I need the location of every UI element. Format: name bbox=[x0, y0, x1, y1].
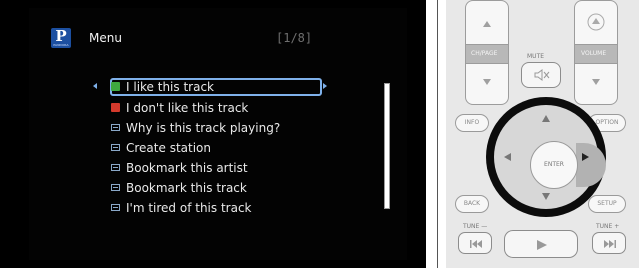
enter-button[interactable]: ENTER bbox=[530, 141, 578, 189]
ch-page-band: CH/PAGE bbox=[465, 44, 509, 64]
dpad-down-button[interactable] bbox=[542, 193, 550, 200]
divider bbox=[437, 0, 438, 268]
left-arrow-icon[interactable] bbox=[93, 83, 97, 89]
menu-scrollbar[interactable] bbox=[384, 83, 390, 209]
right-arrow-icon[interactable] bbox=[323, 83, 327, 89]
mute-speaker-icon bbox=[534, 69, 550, 81]
menu-item-label: Bookmark this track bbox=[126, 181, 247, 195]
menu-item-label: I like this track bbox=[126, 80, 214, 94]
thumbs-down-icon bbox=[111, 103, 120, 112]
play-button[interactable] bbox=[504, 230, 578, 258]
menu-item-label: I'm tired of this track bbox=[126, 201, 252, 215]
menu-item-label: Bookmark this artist bbox=[126, 161, 248, 175]
menu-item-label: Create station bbox=[126, 141, 211, 155]
tune-plus-label: TUNE + bbox=[596, 223, 620, 230]
dpad-up-button[interactable] bbox=[542, 115, 550, 122]
back-button[interactable]: BACK bbox=[455, 195, 489, 213]
tune-minus-label: TUNE — bbox=[463, 223, 488, 230]
menu-item-icon bbox=[111, 124, 120, 131]
volume-rocker[interactable]: VOLUME bbox=[574, 0, 618, 105]
skip-forward-button[interactable] bbox=[592, 232, 626, 254]
ch-down-icon bbox=[483, 79, 491, 85]
menu-item-bookmark-track[interactable]: Bookmark this track bbox=[110, 178, 322, 198]
menu-item-icon bbox=[111, 204, 120, 211]
menu-item-label: Why is this track playing? bbox=[126, 121, 281, 135]
pandora-logo: P PANDORA bbox=[51, 27, 71, 48]
menu-item-tired[interactable]: I'm tired of this track bbox=[110, 198, 322, 218]
menu-item-why-playing[interactable]: Why is this track playing? bbox=[110, 118, 322, 138]
menu-item-icon bbox=[111, 164, 120, 171]
volume-label: VOLUME bbox=[581, 50, 607, 57]
remote-control: CH/PAGE MUTE VOLUME INFO OPTION ENTER BA… bbox=[446, 0, 639, 268]
ch-page-label: CH/PAGE bbox=[471, 50, 498, 57]
tv-screen: P PANDORA Menu [1/8] I like this track I… bbox=[0, 0, 426, 268]
dpad-right-button[interactable] bbox=[582, 153, 589, 161]
menu-item-dislike[interactable]: I don't like this track bbox=[110, 98, 322, 118]
menu-item-icon bbox=[111, 184, 120, 191]
setup-button[interactable]: SETUP bbox=[588, 195, 626, 213]
menu-title: Menu bbox=[89, 31, 122, 45]
menu-item-bookmark-artist[interactable]: Bookmark this artist bbox=[110, 158, 322, 178]
ch-page-rocker[interactable]: CH/PAGE bbox=[465, 0, 509, 105]
volume-up-icon bbox=[587, 13, 605, 31]
dpad-ring: ENTER bbox=[494, 105, 606, 209]
pandora-logo-word: PANDORA bbox=[53, 43, 69, 47]
menu-item-label: I don't like this track bbox=[126, 101, 249, 115]
mute-label: MUTE bbox=[527, 53, 545, 60]
menu-item-create-station[interactable]: Create station bbox=[110, 138, 322, 158]
thumbs-up-icon bbox=[111, 82, 120, 91]
volume-band: VOLUME bbox=[574, 44, 618, 64]
ch-up-icon bbox=[483, 21, 491, 27]
play-icon bbox=[537, 240, 547, 250]
skip-forward-icon bbox=[604, 240, 616, 248]
mute-button[interactable] bbox=[521, 62, 561, 88]
dpad-right-highlight bbox=[576, 143, 606, 187]
skip-back-icon bbox=[470, 240, 482, 248]
skip-back-button[interactable] bbox=[458, 232, 492, 254]
volume-down-icon bbox=[592, 79, 600, 85]
menu-item-like[interactable]: I like this track bbox=[110, 78, 322, 96]
info-button[interactable]: INFO bbox=[455, 114, 489, 132]
dpad-left-button[interactable] bbox=[504, 153, 511, 161]
page-indicator: [1/8] bbox=[276, 31, 313, 45]
menu-item-icon bbox=[111, 144, 120, 151]
menu-list: I like this track I don't like this trac… bbox=[110, 78, 322, 218]
